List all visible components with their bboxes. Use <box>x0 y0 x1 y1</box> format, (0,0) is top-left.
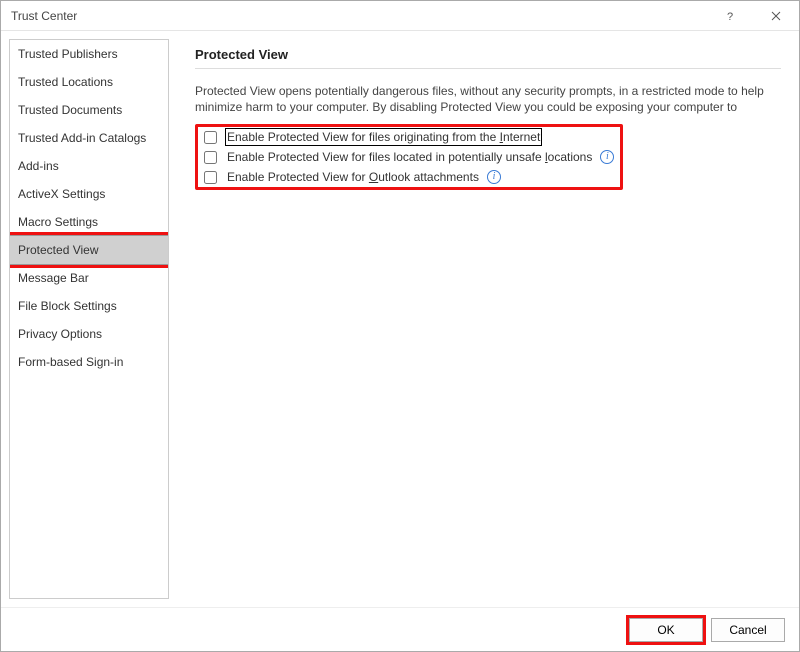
sidebar-item-trusted-publishers[interactable]: Trusted Publishers <box>10 40 168 68</box>
sidebar-item-label: Macro Settings <box>18 215 98 229</box>
sidebar-item-macro-settings[interactable]: Macro Settings <box>10 208 168 236</box>
sidebar-item-form-based-sign-in[interactable]: Form-based Sign-in <box>10 348 168 376</box>
highlight-options-box: Enable Protected View for files originat… <box>195 124 623 190</box>
info-icon[interactable]: i <box>487 170 501 184</box>
sidebar-item-label: Trusted Publishers <box>18 47 118 61</box>
cancel-button[interactable]: Cancel <box>711 618 785 642</box>
help-button[interactable]: ? <box>707 1 753 31</box>
sidebar-item-message-bar[interactable]: Message Bar <box>10 264 168 292</box>
sidebar-item-label: File Block Settings <box>18 299 117 313</box>
dialog-body: Trusted Publishers Trusted Locations Trust… <box>1 31 799 607</box>
section-description: Protected View opens potentially dangero… <box>195 83 781 114</box>
protected-view-checkbox-2[interactable] <box>204 171 217 184</box>
sidebar-item-label: Privacy Options <box>18 327 102 341</box>
trust-center-dialog: Trust Center ? Trusted PublishersTrusted… <box>0 0 800 652</box>
close-icon <box>771 11 781 21</box>
sidebar-item-trusted-add-in-catalogs[interactable]: Trusted Add-in Catalogs <box>10 124 168 152</box>
category-sidebar: Trusted Publishers Trusted Locations Trust… <box>9 39 169 599</box>
sidebar-item-label: ActiveX Settings <box>18 187 105 201</box>
main-panel: Protected View Protected View opens pote… <box>177 39 791 599</box>
window-title: Trust Center <box>11 9 707 23</box>
sidebar-item-label: Protected View <box>18 243 99 257</box>
protected-view-option-0[interactable]: Enable Protected View for files originat… <box>204 130 614 144</box>
sidebar-item-label: Trusted Documents <box>18 103 122 117</box>
protected-view-option-2[interactable]: Enable Protected View for Outlook attach… <box>204 170 614 184</box>
protected-view-checkbox-0[interactable] <box>204 131 217 144</box>
sidebar-item-file-block-settings[interactable]: File Block Settings <box>10 292 168 320</box>
sidebar-item-label: Trusted Add-in Catalogs <box>18 131 146 145</box>
svg-text:?: ? <box>727 11 733 22</box>
protected-view-options: Enable Protected View for files originat… <box>204 130 614 184</box>
sidebar-item-label: Trusted Locations <box>18 75 113 89</box>
section-heading: Protected View <box>195 47 781 69</box>
info-icon[interactable]: i <box>600 150 614 164</box>
dialog-footer: OK Cancel <box>1 607 799 651</box>
sidebar-item-privacy-options[interactable]: Privacy Options <box>10 320 168 348</box>
protected-view-checkbox-1[interactable] <box>204 151 217 164</box>
option-label: Enable Protected View for files located … <box>227 150 592 164</box>
sidebar-item-trusted-documents[interactable]: Trusted Documents <box>10 96 168 124</box>
option-label: Enable Protected View for Outlook attach… <box>227 170 479 184</box>
option-label: Enable Protected View for files originat… <box>227 130 540 144</box>
help-icon: ? <box>724 10 736 22</box>
protected-view-option-1[interactable]: Enable Protected View for files located … <box>204 150 614 164</box>
sidebar-item-label: Form-based Sign-in <box>18 355 123 369</box>
ok-button[interactable]: OK <box>629 618 703 642</box>
close-button[interactable] <box>753 1 799 31</box>
sidebar-item-label: Add-ins <box>18 159 59 173</box>
sidebar-item-trusted-locations[interactable]: Trusted Locations <box>10 68 168 96</box>
sidebar-item-activex-settings[interactable]: ActiveX Settings <box>10 180 168 208</box>
sidebar-item-protected-view[interactable]: Protected View <box>9 235 169 265</box>
titlebar: Trust Center ? <box>1 1 799 31</box>
sidebar-item-label: Message Bar <box>18 271 89 285</box>
sidebar-item-add-ins[interactable]: Add-ins <box>10 152 168 180</box>
